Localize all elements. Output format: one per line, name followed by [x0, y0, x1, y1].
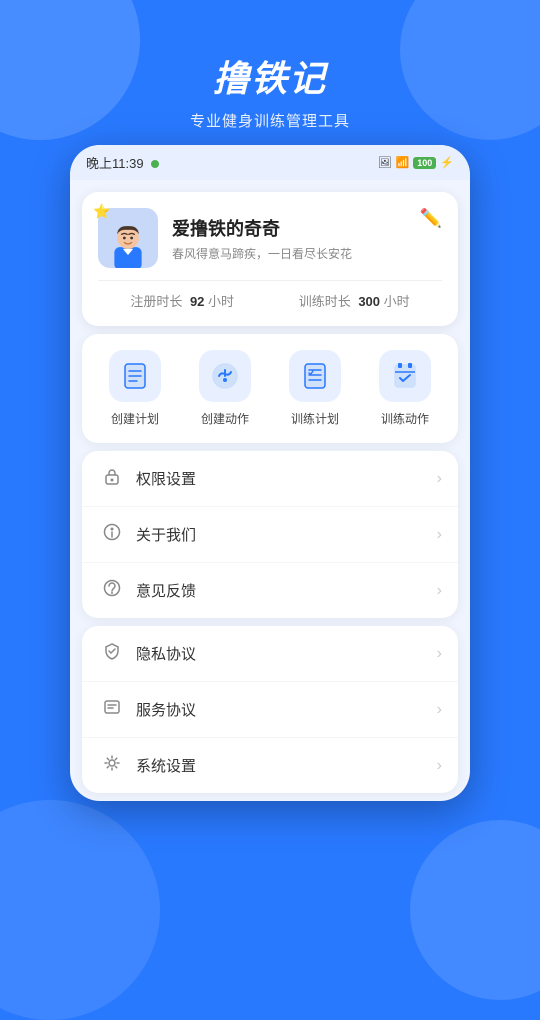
image-icon: 🖼: [378, 156, 392, 169]
action-icon-train-plan: [289, 350, 341, 402]
action-train-plan[interactable]: 训练计划: [280, 350, 350, 427]
menu-section-2: 隐私协议›服务协议›系统设置›: [82, 626, 458, 793]
menu-section-1: 权限设置›关于我们›意见反馈›: [82, 451, 458, 618]
menu-icon-permission: [98, 467, 126, 490]
menu-label-permission: 权限设置: [136, 468, 437, 489]
stat-register: 注册时长 92 小时: [130, 291, 234, 310]
app-subtitle: 专业健身训练管理工具: [0, 110, 540, 131]
action-create-plan[interactable]: 创建计划: [100, 350, 170, 427]
battery-icon: 100: [413, 157, 436, 169]
menu-icon-system: [98, 754, 126, 777]
menu-item-feedback[interactable]: 意见反馈›: [82, 563, 458, 618]
profile-top: ⭐ 爱撸铁的奇奇 春风得意马蹄疾，一日看尽长安花 ✏️: [98, 208, 442, 268]
menu-item-privacy[interactable]: 隐私协议›: [82, 626, 458, 682]
menu-label-service: 服务协议: [136, 699, 437, 720]
menu-item-permission[interactable]: 权限设置›: [82, 451, 458, 507]
phone-mockup: 晚上11:39 🖼 📶 100 ⚡: [70, 145, 470, 801]
status-icons: 🖼 📶 100 ⚡: [378, 156, 454, 169]
menu-arrow-system: ›: [437, 757, 442, 775]
status-bar: 晚上11:39 🖼 📶 100 ⚡: [70, 145, 470, 180]
profile-card: ⭐ 爱撸铁的奇奇 春风得意马蹄疾，一日看尽长安花 ✏️ 注册时长 92 小时 训…: [82, 192, 458, 326]
bg-decor-bottom-left: [0, 800, 160, 1020]
action-icon-create-action: [199, 350, 251, 402]
action-create-action[interactable]: 创建动作: [190, 350, 260, 427]
menu-arrow-privacy: ›: [437, 645, 442, 663]
menu-icon-privacy: [98, 642, 126, 665]
menu-item-about[interactable]: 关于我们›: [82, 507, 458, 563]
action-label-train-plan: 训练计划: [291, 410, 339, 427]
menu-arrow-about: ›: [437, 526, 442, 544]
action-label-create-action: 创建动作: [201, 410, 249, 427]
menu-icon-service: [98, 698, 126, 721]
edit-button[interactable]: ✏️: [420, 208, 442, 229]
profile-name: 爱撸铁的奇奇: [172, 215, 420, 241]
profile-info: 爱撸铁的奇奇 春风得意马蹄疾，一日看尽长安花: [172, 215, 420, 262]
menu-arrow-permission: ›: [437, 470, 442, 488]
menu-item-system[interactable]: 系统设置›: [82, 738, 458, 793]
action-label-create-plan: 创建计划: [111, 410, 159, 427]
action-label-train-action: 训练动作: [381, 410, 429, 427]
menu-label-about: 关于我们: [136, 524, 437, 545]
status-dot: [151, 160, 159, 168]
avatar-container: ⭐: [98, 208, 158, 268]
action-icon-train-action: [379, 350, 431, 402]
header: 撸铁记 专业健身训练管理工具: [0, 0, 540, 151]
action-train-action[interactable]: 训练动作: [370, 350, 440, 427]
menu-arrow-service: ›: [437, 701, 442, 719]
quick-actions: 创建计划 创建动作 训练计划 训练动作: [82, 334, 458, 443]
wifi-icon: 📶: [396, 156, 410, 169]
menu-arrow-feedback: ›: [437, 582, 442, 600]
avatar-stars: ⭐: [93, 203, 110, 220]
status-time: 晚上11:39: [86, 153, 159, 172]
menu-label-system: 系统设置: [136, 755, 437, 776]
profile-motto: 春风得意马蹄疾，一日看尽长安花: [172, 245, 420, 262]
menu-item-service[interactable]: 服务协议›: [82, 682, 458, 738]
menu-label-privacy: 隐私协议: [136, 643, 437, 664]
bg-decor-bottom-right: [410, 820, 540, 1000]
app-title: 撸铁记: [0, 50, 540, 102]
stat-train: 训练时长 300 小时: [299, 291, 410, 310]
menu-icon-feedback: [98, 579, 126, 602]
lightning-icon: ⚡: [440, 156, 454, 169]
menu-label-feedback: 意见反馈: [136, 580, 437, 601]
action-icon-create-plan: [109, 350, 161, 402]
menu-icon-about: [98, 523, 126, 546]
profile-stats: 注册时长 92 小时 训练时长 300 小时: [98, 280, 442, 310]
